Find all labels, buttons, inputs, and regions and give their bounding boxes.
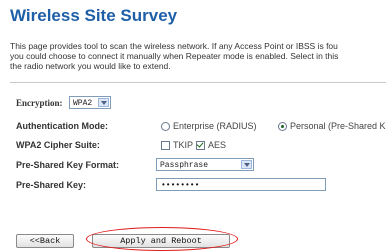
psk-format-label: Pre-Shared Key Format: xyxy=(16,160,120,170)
chevron-down-icon xyxy=(241,160,252,169)
page-title: Wireless Site Survey xyxy=(10,6,178,25)
description-line-1: This page provides tool to scan the wire… xyxy=(10,41,338,51)
back-button[interactable]: <<Back xyxy=(16,234,74,248)
radio-enterprise[interactable] xyxy=(161,122,170,131)
encryption-value: WPA2 xyxy=(73,99,93,108)
psk-label: Pre-Shared Key: xyxy=(16,180,87,190)
divider xyxy=(10,82,386,83)
psk-format-select[interactable]: Passphrase xyxy=(156,158,254,171)
radio-personal-label: Personal (Pre-Shared Ke xyxy=(290,121,386,131)
radio-enterprise-label: Enterprise (RADIUS) xyxy=(173,121,257,131)
chevron-down-icon xyxy=(98,98,109,107)
checkbox-aes-label: AES xyxy=(208,140,227,150)
page-description: This page provides tool to scan the wire… xyxy=(10,41,386,71)
description-line-2: you could choose to connect it manually … xyxy=(10,51,339,61)
psk-format-value: Passphrase xyxy=(160,161,209,170)
radio-personal[interactable] xyxy=(278,122,287,131)
checkbox-aes[interactable] xyxy=(196,141,205,150)
apply-reboot-button[interactable]: Apply and Reboot xyxy=(92,234,230,248)
encryption-select[interactable]: WPA2 xyxy=(69,96,111,109)
checkbox-tkip-label: TKIP xyxy=(173,140,194,150)
description-line-3: the radio network you would like to exte… xyxy=(10,61,171,71)
psk-input[interactable]: •••••••• xyxy=(156,178,326,191)
encryption-label: Encryption: xyxy=(16,98,63,108)
checkbox-tkip[interactable] xyxy=(161,141,170,150)
auth-mode-label: Authentication Mode: xyxy=(16,121,108,131)
cipher-suite-label: WPA2 Cipher Suite: xyxy=(16,140,100,150)
